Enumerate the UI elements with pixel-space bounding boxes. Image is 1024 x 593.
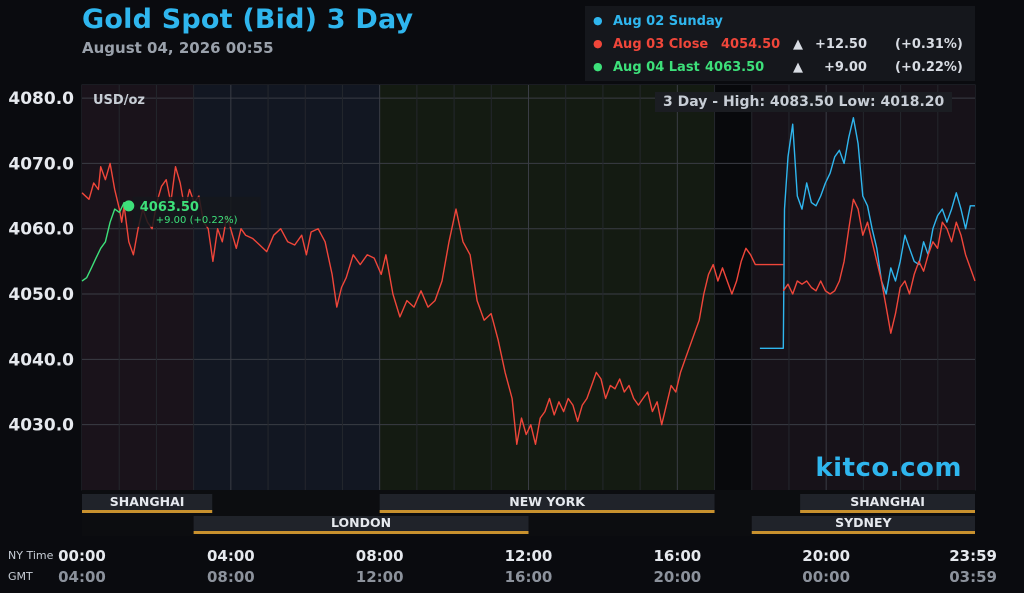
unit-label: USD/oz	[93, 93, 145, 108]
y-axis-ticks: 4080.0 4070.0 4060.0 4050.0 4040.0 4030.0	[8, 89, 74, 436]
ny-time-label: NY Time	[8, 549, 54, 562]
x-tick-ny: 16:00	[653, 547, 701, 565]
x-tick-ny: 20:00	[802, 547, 850, 565]
x-tick-ny: 23:59	[949, 547, 997, 565]
session-top-line	[379, 510, 715, 513]
y-tick-label: 4040.0	[8, 350, 74, 370]
x-tick-gmt: 04:00	[58, 568, 106, 586]
last-price-marker: 4063.50+9.00 (+0.22%)	[123, 196, 261, 227]
session-bottom-label: SYDNEY	[835, 515, 892, 530]
x-axis-ticks: NY Time GMT 00:00 04:00 04:00 08:00 08:00 12:00…	[8, 547, 997, 586]
session-bars: SHANGHAI NEW YORK SHANGHAI LONDON SYDNEY	[82, 490, 975, 536]
gmt-label: GMT	[8, 570, 33, 583]
region-shanghai	[82, 85, 194, 490]
x-tick-ny: 04:00	[207, 547, 255, 565]
session-bottom-line	[193, 531, 529, 534]
price-chart: 4063.50+9.00 (+0.22%) SHANGHAI NEW YORK SH…	[8, 84, 997, 586]
last-price-value: 4063.50	[140, 200, 199, 215]
x-tick-ny: 00:00	[58, 547, 106, 565]
region-newyork	[379, 85, 715, 490]
kitco-watermark: kitco.com	[815, 453, 962, 483]
x-tick-ny: 08:00	[356, 547, 404, 565]
x-tick-gmt: 00:00	[802, 568, 850, 586]
region-closed	[714, 85, 752, 490]
session-top-line	[800, 510, 975, 513]
x-tick-gmt: 03:59	[949, 568, 997, 586]
session-top-label: NEW YORK	[509, 494, 586, 509]
region-london	[193, 85, 380, 490]
last-price-change: +9.00 (+0.22%)	[156, 215, 238, 226]
y-tick-label: 4080.0	[8, 89, 74, 109]
y-tick-label: 4070.0	[8, 154, 74, 174]
session-top-line	[82, 510, 213, 513]
x-tick-ny: 12:00	[505, 547, 553, 565]
last-price-dot-icon	[123, 200, 135, 212]
range-label: 3 Day - High: 4083.50 Low: 4018.20	[655, 92, 953, 112]
x-tick-gmt: 08:00	[207, 568, 255, 586]
session-bottom-label: LONDON	[331, 515, 391, 530]
session-top-label: SHANGHAI	[850, 494, 925, 509]
y-tick-label: 4030.0	[8, 416, 74, 436]
session-bottom-line	[751, 531, 975, 534]
y-tick-label: 4060.0	[8, 220, 74, 240]
session-top-label: SHANGHAI	[110, 494, 185, 509]
y-tick-label: 4050.0	[8, 285, 74, 305]
x-tick-gmt: 16:00	[505, 568, 553, 586]
x-tick-gmt: 12:00	[356, 568, 404, 586]
x-tick-gmt: 20:00	[653, 568, 701, 586]
